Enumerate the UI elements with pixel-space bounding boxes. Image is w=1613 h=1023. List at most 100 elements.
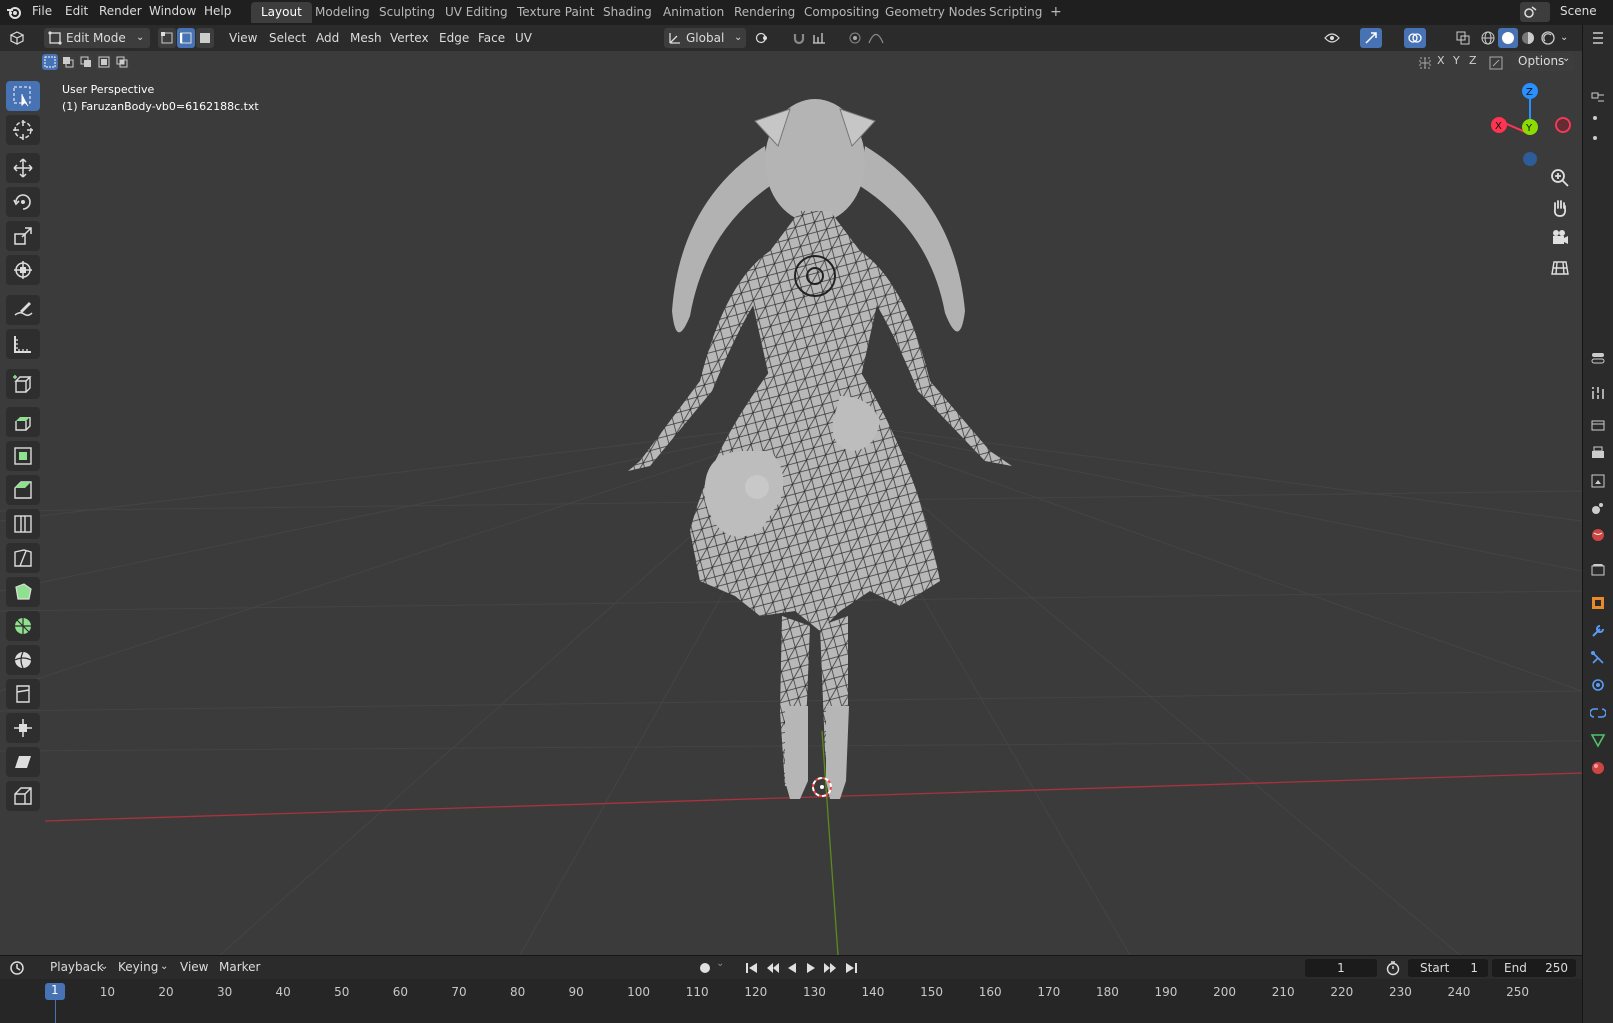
modifier-properties-icon[interactable] <box>1590 623 1608 641</box>
shading-material-button[interactable] <box>1518 28 1538 48</box>
mode-dropdown[interactable]: Edit Mode ⌄ <box>44 28 150 48</box>
play-reverse-button[interactable] <box>784 960 800 976</box>
pivot-point-dropdown[interactable] <box>752 28 784 48</box>
navigation-gizmo[interactable]: Z Y X <box>1485 79 1575 169</box>
edge-select-button[interactable] <box>177 28 195 48</box>
tool-rip[interactable] <box>6 781 40 811</box>
render-properties-icon[interactable] <box>1590 417 1608 435</box>
constraint-properties-icon[interactable] <box>1589 705 1608 723</box>
scene-name[interactable]: Scene <box>1560 0 1597 25</box>
tool-poly-build[interactable] <box>6 577 40 607</box>
tool-knife[interactable] <box>6 543 40 573</box>
mirror-axis-z[interactable]: Z <box>1469 54 1477 67</box>
ortho-toggle-button[interactable] <box>1548 256 1572 280</box>
face-select-button[interactable] <box>196 28 214 48</box>
tool-rotate[interactable] <box>6 187 40 217</box>
shading-rendered-button[interactable] <box>1538 28 1558 48</box>
select-mode-invert-button[interactable] <box>96 54 112 70</box>
select-mode-extend-button[interactable] <box>60 54 76 70</box>
particle-properties-icon[interactable] <box>1590 650 1608 668</box>
falloff-dropdown[interactable] <box>866 28 894 48</box>
tab-sculpting[interactable]: Sculpting <box>369 2 445 23</box>
tool-properties-icon[interactable] <box>1590 385 1608 403</box>
header-menu-view[interactable]: View <box>229 25 257 51</box>
mirror-axis-y[interactable]: Y <box>1453 54 1460 67</box>
header-menu-vertex[interactable]: Vertex <box>390 25 429 51</box>
timeline-menu-marker[interactable]: Marker <box>219 955 260 979</box>
menu-render[interactable]: Render <box>99 0 142 25</box>
mirror-axis-x[interactable]: X <box>1437 54 1445 67</box>
tool-edge-slide[interactable] <box>6 679 40 709</box>
shading-wireframe-button[interactable] <box>1478 28 1498 48</box>
menu-file[interactable]: File <box>32 0 52 25</box>
zoom-button[interactable] <box>1548 166 1572 190</box>
start-frame-field[interactable]: Start 1 <box>1408 959 1488 977</box>
blender-logo-icon[interactable] <box>6 4 22 23</box>
shading-solid-button[interactable] <box>1498 28 1518 48</box>
tool-measure[interactable] <box>6 329 40 359</box>
menu-edit[interactable]: Edit <box>65 0 88 25</box>
header-menu-mesh[interactable]: Mesh <box>350 25 382 51</box>
object-properties-icon[interactable] <box>1590 595 1608 613</box>
jump-keyframe-back-button[interactable] <box>764 960 780 976</box>
tool-shrink-fatten[interactable] <box>6 713 40 743</box>
collection-properties-icon[interactable] <box>1590 562 1608 580</box>
vertex-select-button[interactable] <box>158 28 176 48</box>
gizmo-neg-z-axis[interactable] <box>1523 152 1537 166</box>
tool-select-box[interactable] <box>6 81 40 111</box>
options-dropdown[interactable]: Options ⌄ <box>1510 53 1574 71</box>
menu-help[interactable]: Help <box>204 0 231 25</box>
end-frame-field[interactable]: End 250 <box>1492 959 1576 977</box>
scene-selector-button[interactable] <box>1520 2 1550 22</box>
tool-scale[interactable] <box>6 221 40 251</box>
play-button[interactable] <box>803 960 819 976</box>
select-mode-subtract-button[interactable] <box>78 54 94 70</box>
physics-properties-icon[interactable] <box>1590 677 1608 695</box>
auto-merge-icon[interactable] <box>1489 56 1505 72</box>
tab-uv-editing[interactable]: UV Editing <box>435 2 518 23</box>
timeline-editor-type-button[interactable] <box>6 958 36 978</box>
tool-shear[interactable] <box>6 747 40 777</box>
jump-start-button[interactable] <box>744 960 760 976</box>
material-properties-icon[interactable] <box>1590 760 1608 778</box>
timeline-menu-keying[interactable]: Keying <box>118 955 158 979</box>
tool-loop-cut[interactable] <box>6 509 40 539</box>
view-layer-icon[interactable] <box>1590 473 1608 491</box>
tool-move[interactable] <box>6 153 40 183</box>
tab-animation[interactable]: Animation <box>653 2 734 23</box>
tool-cursor[interactable] <box>6 115 40 145</box>
tool-add-cube[interactable] <box>6 369 40 399</box>
header-menu-face[interactable]: Face <box>478 25 505 51</box>
tool-extrude[interactable] <box>6 407 40 437</box>
tool-annotate[interactable] <box>6 295 40 325</box>
tab-layout[interactable]: Layout <box>251 2 312 23</box>
snap-target-dropdown[interactable] <box>810 28 840 48</box>
proportional-edit-toggle[interactable] <box>846 28 864 48</box>
current-frame-field[interactable]: 1 <box>1305 959 1377 977</box>
snap-toggle[interactable] <box>790 28 808 48</box>
camera-view-button[interactable] <box>1548 226 1572 250</box>
pan-button[interactable] <box>1548 196 1572 220</box>
tab-shading[interactable]: Shading <box>593 2 662 23</box>
header-menu-add[interactable]: Add <box>316 25 339 51</box>
preview-range-toggle[interactable] <box>1385 960 1401 976</box>
timeline-menu-view[interactable]: View <box>180 955 208 979</box>
header-menu-uv[interactable]: UV <box>515 25 532 51</box>
transform-orientation-dropdown[interactable]: Global ⌄ <box>664 28 746 48</box>
3d-viewport[interactable]: User Perspective (1) FaruzanBody-vb0=616… <box>0 51 1582 955</box>
scene-properties-icon[interactable] <box>1590 500 1608 518</box>
playhead-marker[interactable]: 1 <box>45 983 65 1000</box>
visibility-dropdown[interactable] <box>1322 28 1354 48</box>
tool-inset[interactable] <box>6 441 40 471</box>
header-menu-select[interactable]: Select <box>269 25 306 51</box>
data-properties-icon[interactable] <box>1590 732 1608 750</box>
snap-axis-icon[interactable] <box>1418 56 1434 72</box>
jump-keyframe-forward-button[interactable] <box>823 960 839 976</box>
overlays-toggle[interactable] <box>1404 28 1426 48</box>
tool-bevel[interactable] <box>6 475 40 505</box>
tab-texture-paint[interactable]: Texture Paint <box>507 2 604 23</box>
timeline-menu-playback[interactable]: Playback <box>50 955 104 979</box>
select-mode-new-button[interactable] <box>42 54 58 70</box>
editor-type-button[interactable] <box>6 28 36 48</box>
tool-transform[interactable] <box>6 255 40 285</box>
